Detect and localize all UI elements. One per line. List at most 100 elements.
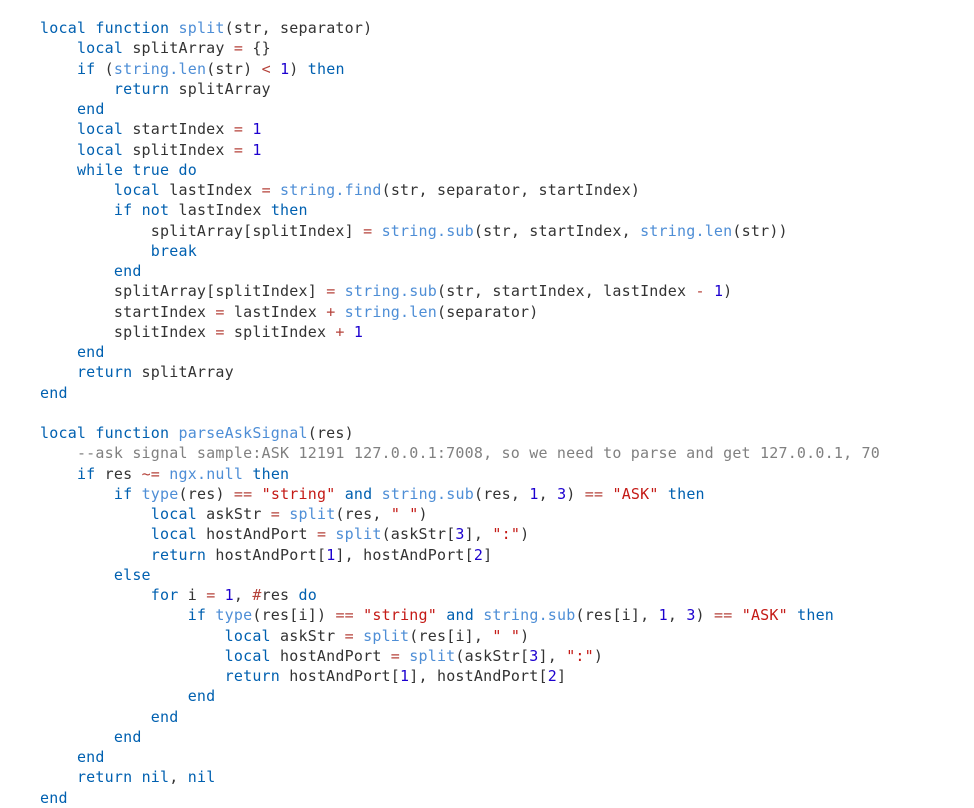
code-token	[95, 60, 104, 78]
code-token	[40, 141, 77, 159]
code-token	[788, 606, 797, 624]
code-token: (	[437, 303, 446, 321]
code-token: local	[40, 19, 86, 37]
code-token: hostAndPort	[197, 525, 317, 543]
code-token: hostAndPort	[280, 667, 391, 685]
code-token: ,	[474, 282, 492, 300]
code-line: local hostAndPort = split(askStr[3], ":"…	[40, 646, 974, 666]
code-token: ,	[511, 485, 529, 503]
code-token: "string"	[262, 485, 336, 503]
code-line: if not lastIndex then	[40, 200, 974, 220]
code-token	[225, 485, 234, 503]
code-line: local splitIndex = 1	[40, 140, 974, 160]
code-token	[40, 120, 77, 138]
code-token: string.len	[640, 222, 732, 240]
code-token: end	[114, 728, 142, 746]
code-token	[40, 566, 114, 584]
code-token: {}	[252, 39, 270, 57]
code-token: 1	[252, 141, 261, 159]
code-token: local	[151, 505, 197, 523]
code-token: if	[77, 465, 95, 483]
code-token	[40, 606, 188, 624]
code-token: separator	[437, 181, 520, 199]
code-token: ,	[169, 768, 187, 786]
code-token: string.len	[114, 60, 206, 78]
code-token: splitIndex	[215, 282, 307, 300]
code-token: then	[252, 465, 289, 483]
code-token: 1	[529, 485, 538, 503]
code-token: [	[289, 606, 298, 624]
code-token: (	[335, 505, 344, 523]
code-token: )	[419, 505, 428, 523]
code-token: ~=	[142, 465, 160, 483]
code-token: split	[363, 627, 409, 645]
code-token: =	[391, 647, 400, 665]
code-token	[400, 647, 409, 665]
code-token: return	[77, 768, 132, 786]
code-token: )	[215, 485, 224, 503]
code-token: ":"	[566, 647, 594, 665]
code-token	[354, 627, 363, 645]
code-token: ,	[262, 19, 280, 37]
code-token: +	[335, 323, 344, 341]
code-token: ]	[465, 627, 474, 645]
code-token: splitIndex	[123, 141, 234, 159]
code-line: end	[40, 788, 974, 808]
code-token	[40, 687, 188, 705]
code-token: end	[77, 100, 105, 118]
code-token: 2	[474, 546, 483, 564]
code-token: ]	[631, 606, 640, 624]
code-token	[271, 60, 280, 78]
code-token: else	[114, 566, 151, 584]
code-token: " "	[391, 505, 419, 523]
code-token: ,	[474, 627, 492, 645]
code-token: splitArray	[123, 39, 234, 57]
code-token: if	[188, 606, 206, 624]
code-token: str	[742, 222, 770, 240]
code-token: res	[317, 424, 345, 442]
code-token	[123, 161, 132, 179]
code-token: splitIndex	[114, 323, 216, 341]
code-line: end	[40, 707, 974, 727]
code-token: splitIndex	[225, 323, 336, 341]
code-token: res	[262, 606, 290, 624]
code-token: end	[188, 687, 216, 705]
code-token	[40, 60, 77, 78]
code-token: ,	[511, 222, 529, 240]
code-token	[40, 181, 114, 199]
code-token: askStr	[197, 505, 271, 523]
code-token	[40, 262, 114, 280]
code-token: break	[151, 242, 197, 260]
code-token	[280, 505, 289, 523]
code-line: while true do	[40, 160, 974, 180]
code-token	[40, 363, 77, 381]
code-token: startIndex	[492, 282, 584, 300]
code-line: if type(res[i]) == "string" and string.s…	[40, 605, 974, 625]
code-token: then	[797, 606, 834, 624]
code-token: askStr	[271, 627, 345, 645]
code-token: true	[132, 161, 169, 179]
code-line: local askStr = split(res[i], " ")	[40, 626, 974, 646]
code-token	[132, 201, 141, 219]
code-token: i	[178, 586, 206, 604]
code-token: )	[631, 181, 640, 199]
code-token: )	[566, 485, 575, 503]
code-token: ,	[520, 181, 538, 199]
code-token: splitArray	[169, 80, 271, 98]
code-token: str	[215, 60, 243, 78]
code-token	[40, 444, 77, 462]
code-token: 1	[714, 282, 723, 300]
code-token: ]	[465, 525, 474, 543]
code-token: ])	[308, 606, 326, 624]
code-token	[40, 768, 77, 786]
code-token: then	[668, 485, 705, 503]
code-token	[335, 485, 344, 503]
code-token: lastIndex	[603, 282, 695, 300]
code-line: end	[40, 383, 974, 403]
code-token	[40, 748, 77, 766]
code-token	[40, 586, 151, 604]
code-line: local lastIndex = string.find(str, separ…	[40, 180, 974, 200]
code-token: splitArray	[151, 222, 243, 240]
code-token: ":"	[492, 525, 520, 543]
code-line: local startIndex = 1	[40, 119, 974, 139]
